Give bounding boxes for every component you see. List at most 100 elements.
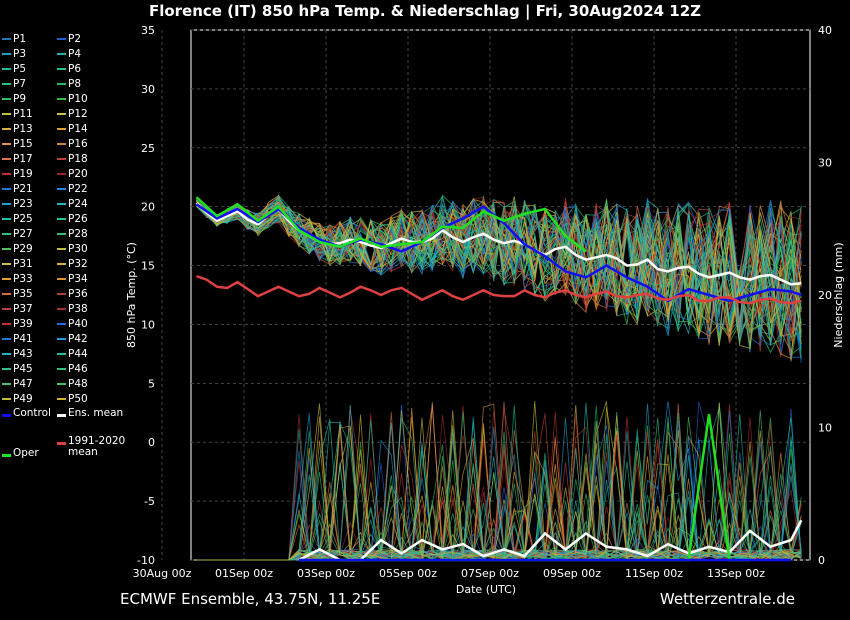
legend-label: P18 bbox=[68, 153, 88, 165]
legend-item-p17: P17 bbox=[2, 152, 33, 166]
legend-swatch bbox=[2, 68, 11, 70]
legend-label: P3 bbox=[13, 48, 27, 60]
legend-label: P14 bbox=[68, 123, 88, 135]
legend-swatch bbox=[57, 278, 66, 280]
legend-swatch bbox=[2, 218, 11, 220]
y-tick-label: 35 bbox=[141, 24, 155, 37]
y2-tick-label: 30 bbox=[818, 157, 832, 170]
legend-label: P19 bbox=[13, 168, 33, 180]
y-tick-label: 30 bbox=[141, 83, 155, 96]
legend-item-p48: P48 bbox=[57, 377, 88, 391]
y-tick-label: 25 bbox=[141, 142, 155, 155]
legend-swatch bbox=[2, 383, 11, 385]
x-tick-label: 05Sep 00z bbox=[379, 567, 437, 580]
legend-label: P23 bbox=[13, 198, 33, 210]
legend-label: P43 bbox=[13, 348, 33, 360]
legend-item-p23: P23 bbox=[2, 197, 33, 211]
legend-swatch bbox=[57, 338, 66, 340]
legend-label: P47 bbox=[13, 378, 33, 390]
legend-label: P24 bbox=[68, 198, 88, 210]
x-tick-label: 11Sep 00z bbox=[625, 567, 683, 580]
y2-tick-label: 40 bbox=[818, 24, 832, 37]
legend-swatch bbox=[57, 203, 66, 205]
legend-label: P34 bbox=[68, 273, 88, 285]
legend-item-p43: P43 bbox=[2, 347, 33, 361]
legend-item-p10: P10 bbox=[57, 92, 88, 106]
x-tick-label: 13Sep 00z bbox=[707, 567, 765, 580]
legend-label: P49 bbox=[13, 393, 33, 405]
legend-swatch bbox=[2, 398, 11, 400]
legend-label: P41 bbox=[13, 333, 33, 345]
x-axis-label: Date (UTC) bbox=[456, 583, 516, 596]
legend-label: P25 bbox=[13, 213, 33, 225]
legend-label: Oper bbox=[13, 447, 39, 459]
legend-swatch bbox=[2, 338, 11, 340]
legend-label: P2 bbox=[68, 33, 82, 45]
legend-swatch bbox=[57, 383, 66, 385]
legend-label: P45 bbox=[13, 363, 33, 375]
legend-swatch bbox=[2, 323, 11, 325]
legend-item-p37: P37 bbox=[2, 302, 33, 316]
legend-item-p47: P47 bbox=[2, 377, 33, 391]
legend-item-p3: P3 bbox=[2, 47, 26, 61]
legend-swatch bbox=[57, 353, 66, 355]
legend-swatch bbox=[57, 398, 66, 400]
legend-swatch bbox=[57, 53, 66, 55]
legend-item-p2: P2 bbox=[57, 32, 81, 46]
legend-label: P31 bbox=[13, 258, 33, 270]
legend-swatch bbox=[57, 218, 66, 220]
y2-tick-label: 10 bbox=[818, 422, 832, 435]
y-tick-label: 5 bbox=[148, 377, 155, 390]
legend-swatch bbox=[57, 113, 66, 115]
x-tick-label: 07Sep 00z bbox=[461, 567, 519, 580]
legend-item-p4: P4 bbox=[57, 47, 81, 61]
legend-swatch bbox=[57, 441, 66, 445]
legend-item-p12: P12 bbox=[57, 107, 88, 121]
legend-item-p20: P20 bbox=[57, 167, 88, 181]
legend-swatch bbox=[2, 83, 11, 85]
legend-swatch bbox=[2, 453, 11, 457]
legend-item-p13: P13 bbox=[2, 122, 33, 136]
legend-swatch bbox=[57, 293, 66, 295]
legend-item-p50: P50 bbox=[57, 392, 88, 406]
legend-item-p40: P40 bbox=[57, 317, 88, 331]
legend-label: P44 bbox=[68, 348, 88, 360]
legend-label: P6 bbox=[68, 63, 82, 75]
legend-item-p34: P34 bbox=[57, 272, 88, 286]
legend-item-oper: Oper bbox=[2, 448, 83, 462]
legend-label: P38 bbox=[68, 303, 88, 315]
legend-label: P29 bbox=[13, 243, 33, 255]
legend-item-p33: P33 bbox=[2, 272, 33, 286]
legend-label: P16 bbox=[68, 138, 88, 150]
legend-item-p19: P19 bbox=[2, 167, 33, 181]
legend-label: P42 bbox=[68, 333, 88, 345]
legend-swatch bbox=[57, 413, 66, 417]
legend-swatch bbox=[2, 38, 11, 40]
legend-item-p44: P44 bbox=[57, 347, 88, 361]
y2-tick-label: 0 bbox=[818, 554, 825, 567]
legend-label: P33 bbox=[13, 273, 33, 285]
legend-item-p35: P35 bbox=[2, 287, 33, 301]
legend-item-p8: P8 bbox=[57, 77, 81, 91]
legend-item-p41: P41 bbox=[2, 332, 33, 346]
legend-swatch bbox=[57, 368, 66, 370]
legend-label: P22 bbox=[68, 183, 88, 195]
legend-swatch bbox=[2, 203, 11, 205]
legend-swatch bbox=[2, 173, 11, 175]
legend-label: P10 bbox=[68, 93, 88, 105]
legend-swatch bbox=[2, 413, 11, 417]
legend-item-p45: P45 bbox=[2, 362, 33, 376]
x-tick-label: 03Sep 00z bbox=[297, 567, 355, 580]
legend-label: P39 bbox=[13, 318, 33, 330]
legend-item-p26: P26 bbox=[57, 212, 88, 226]
legend-swatch bbox=[57, 248, 66, 250]
legend-swatch bbox=[57, 83, 66, 85]
legend-item-p22: P22 bbox=[57, 182, 88, 196]
legend-label: P5 bbox=[13, 63, 27, 75]
y-tick-label: -5 bbox=[144, 495, 155, 508]
footer-model-info: ECMWF Ensemble, 43.75N, 11.25E bbox=[120, 590, 381, 608]
legend-label: P46 bbox=[68, 363, 88, 375]
legend-label: P40 bbox=[68, 318, 88, 330]
legend-item-p39: P39 bbox=[2, 317, 33, 331]
legend-swatch bbox=[2, 308, 11, 310]
